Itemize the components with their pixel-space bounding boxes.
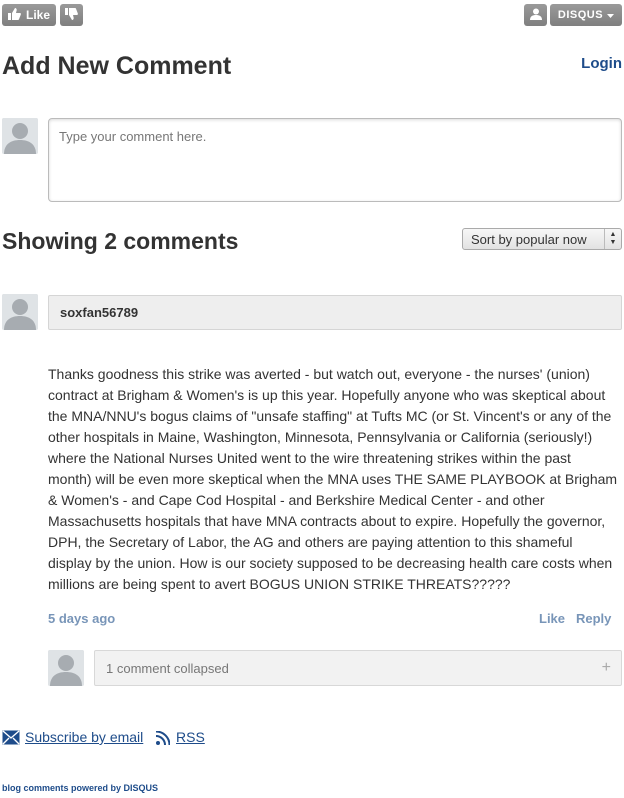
avatar xyxy=(2,294,38,330)
email-icon xyxy=(2,730,20,750)
add-comment-title: Add New Comment xyxy=(2,52,232,80)
sort-select[interactable]: Sort by popular now ▲ ▼ xyxy=(462,228,622,250)
like-button[interactable]: Like xyxy=(2,4,56,26)
expand-icon[interactable]: + xyxy=(602,659,611,677)
author-name[interactable]: soxfan56789 xyxy=(60,305,138,320)
powered-by-link[interactable]: blog comments powered by DISQUS xyxy=(2,783,158,793)
comment-input[interactable] xyxy=(48,118,622,202)
default-avatar-icon xyxy=(48,650,84,686)
comment-like-link[interactable]: Like xyxy=(539,611,565,626)
dislike-button[interactable] xyxy=(60,4,83,26)
avatar xyxy=(48,650,84,686)
comments-count-title: Showing 2 comments xyxy=(2,228,239,254)
like-button-label: Like xyxy=(26,8,51,22)
subscribe-email-link[interactable]: Subscribe by email xyxy=(25,729,143,745)
sort-select-value: Sort by popular now xyxy=(471,231,587,247)
comment-timestamp[interactable]: 5 days ago xyxy=(48,611,115,626)
disqus-label: DISQUS xyxy=(557,9,604,21)
comment-body: Thanks goodness this strike was averted … xyxy=(48,366,618,592)
caret-down-icon xyxy=(607,9,615,21)
collapsed-comments[interactable]: 1 comment collapsed + xyxy=(94,650,622,686)
thumbs-down-icon xyxy=(65,7,78,23)
login-link[interactable]: Login xyxy=(581,55,622,72)
thumbs-up-icon xyxy=(8,7,21,23)
comment-reply-link[interactable]: Reply xyxy=(576,611,611,626)
collapsed-label: 1 comment collapsed xyxy=(106,660,229,676)
rss-link[interactable]: RSS xyxy=(176,729,205,745)
user-menu-button[interactable] xyxy=(524,4,547,26)
avatar xyxy=(2,118,38,154)
comment-author: soxfan56789 xyxy=(48,295,622,330)
default-avatar-icon xyxy=(2,294,38,330)
default-avatar-icon xyxy=(2,118,38,154)
user-icon xyxy=(529,8,542,23)
select-arrows-icon: ▲ ▼ xyxy=(604,229,621,249)
disqus-menu-button[interactable]: DISQUS xyxy=(550,4,622,26)
rss-icon xyxy=(155,730,171,750)
